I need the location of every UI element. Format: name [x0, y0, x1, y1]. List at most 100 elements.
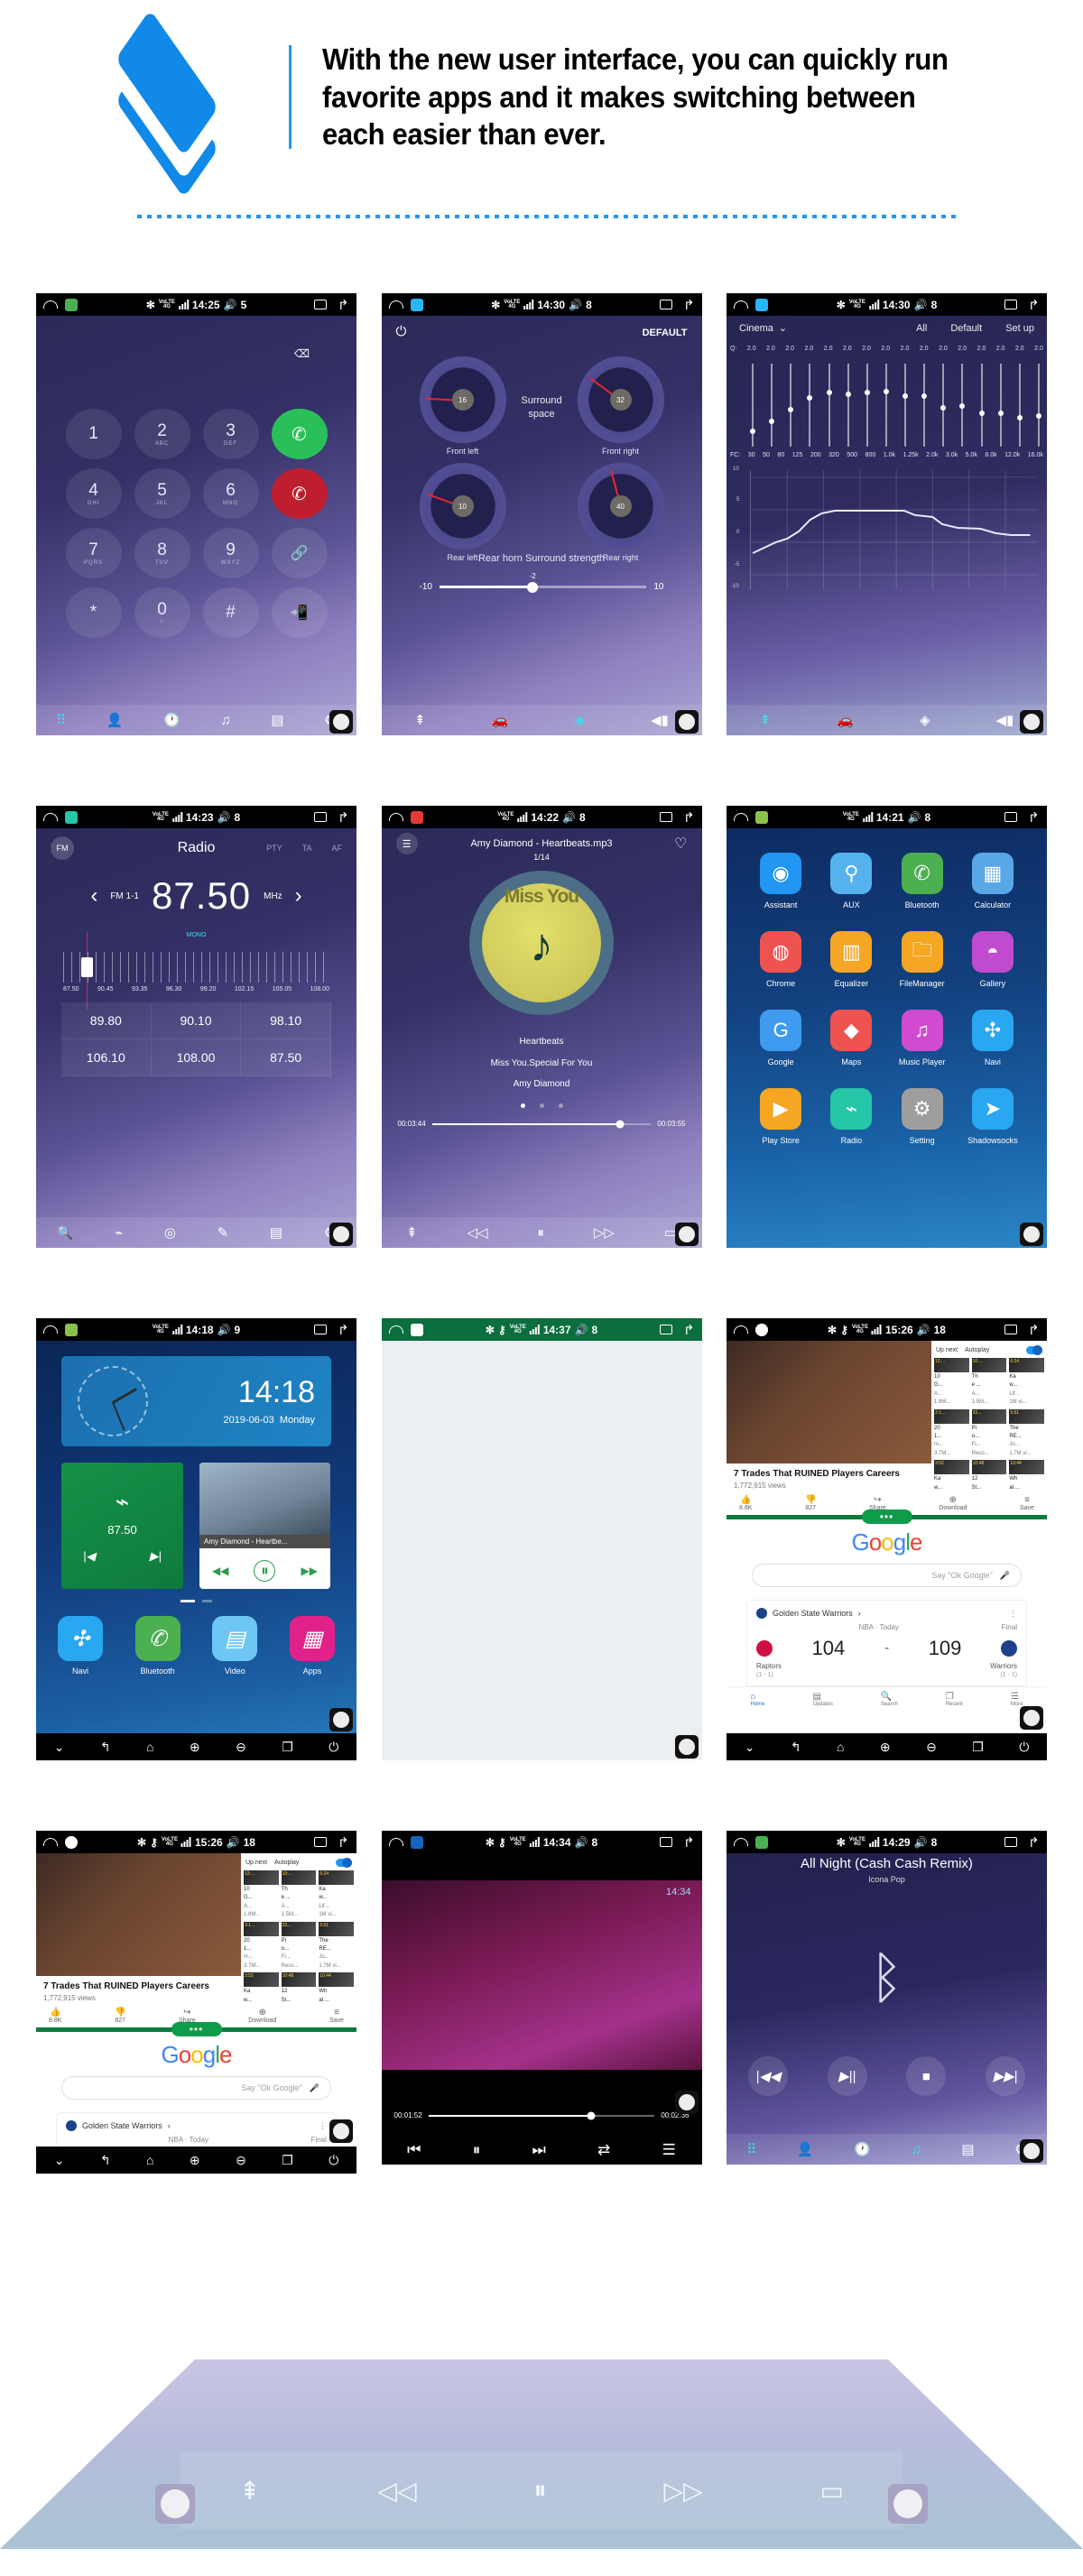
- drag-handle[interactable]: •••: [861, 1510, 912, 1524]
- contacts-icon[interactable]: 👤: [106, 712, 124, 728]
- tuning-band[interactable]: [63, 932, 329, 1010]
- key-8[interactable]: 8 TUV: [134, 528, 190, 578]
- volume-knob[interactable]: [1020, 710, 1043, 734]
- suggestion-card[interactable]: 33... Pi o... Fi... Reco...: [281, 1921, 317, 1971]
- screen-music[interactable]: VoLTE 4G 14:22 🔊 8 ↰ ☰ Amy Diamond - Hear…: [381, 806, 702, 1248]
- volume-knob[interactable]: [1020, 1706, 1043, 1730]
- volume-knob[interactable]: [329, 2119, 353, 2143]
- equalizer-icon[interactable]: ⇞: [239, 2476, 260, 2506]
- eq-band-slider[interactable]: [864, 364, 870, 447]
- google-search-bar[interactable]: Say "Ok Google" 🎤: [752, 1564, 1022, 1587]
- app-item[interactable]: ⚲ AUX: [820, 853, 882, 909]
- eq-band-slider[interactable]: [845, 364, 851, 447]
- gauge-front-right[interactable]: 32: [577, 356, 664, 443]
- page-indicator[interactable]: [36, 1600, 356, 1602]
- eq-band-slider[interactable]: [978, 364, 985, 447]
- app-item[interactable]: 🗀 FileManager: [892, 931, 953, 988]
- video-action[interactable]: 👎 827: [115, 2008, 125, 2024]
- prev-station-icon[interactable]: ‹: [90, 883, 97, 909]
- recents-icon[interactable]: [314, 1837, 328, 1847]
- back-icon[interactable]: ↰: [100, 2153, 111, 2168]
- back-icon[interactable]: ↰: [338, 1834, 349, 1851]
- app-item[interactable]: ⌁ Radio: [820, 1088, 882, 1145]
- dock-item[interactable]: ▤ Video: [212, 1616, 258, 1676]
- eq-band-slider[interactable]: [788, 364, 794, 447]
- list-icon[interactable]: ▤: [961, 2141, 974, 2157]
- rewind-icon[interactable]: ◁◁: [377, 2476, 416, 2506]
- video-surface[interactable]: [381, 1880, 702, 2070]
- eq-band-slider[interactable]: [997, 364, 1004, 447]
- recents-icon[interactable]: [1004, 1325, 1018, 1334]
- eq-band-slider[interactable]: [750, 364, 755, 447]
- equalizer-icon[interactable]: ⇞: [760, 712, 772, 728]
- volume-up-icon[interactable]: ⊕: [880, 1740, 891, 1755]
- autoplay-toggle[interactable]: [1026, 1345, 1042, 1355]
- playlist-icon[interactable]: ☰: [662, 2141, 676, 2159]
- right-knob[interactable]: [888, 2484, 928, 2524]
- key-4[interactable]: 4 GHI: [65, 468, 122, 519]
- google-nav-item[interactable]: ❐ Recent: [946, 1692, 963, 1707]
- list-icon[interactable]: ▤: [271, 712, 283, 728]
- equalizer-icon[interactable]: ⇞: [414, 712, 426, 728]
- key-3[interactable]: 3 DEF: [202, 409, 259, 459]
- app-item[interactable]: ◓ Gallery: [962, 931, 1023, 988]
- volume-up-icon[interactable]: ⊕: [190, 2153, 200, 2168]
- app-item[interactable]: ◍ Chrome: [750, 931, 811, 988]
- repeat-icon[interactable]: ⇄: [597, 2141, 610, 2159]
- google-search-bar[interactable]: Say "Ok Google" 🎤: [61, 2076, 331, 2100]
- edit-icon[interactable]: ✎: [218, 1224, 229, 1241]
- back-icon[interactable]: ↰: [791, 1740, 801, 1755]
- all-button[interactable]: All: [916, 323, 927, 334]
- home-icon[interactable]: ⌂: [146, 1740, 153, 1754]
- backspace-icon[interactable]: ⌫: [294, 347, 310, 360]
- preset-button[interactable]: 87.50: [241, 1039, 331, 1076]
- suggestion-card[interactable]: 10:44 Wh at ...: [1009, 1460, 1044, 1492]
- preset-button[interactable]: 90.10: [151, 1002, 242, 1039]
- clock-widget[interactable]: 14:18 2019-06-03 Monday: [61, 1356, 331, 1446]
- video-action[interactable]: 👍 8.8K: [739, 1495, 752, 1511]
- google-nav-item[interactable]: 🔍 Search: [881, 1692, 898, 1707]
- key-6[interactable]: 6 MNO: [202, 468, 259, 519]
- next-icon[interactable]: ▷▷: [594, 1224, 615, 1241]
- volume-up-icon[interactable]: ⊕: [190, 1740, 200, 1755]
- volume-down-icon[interactable]: ⊖: [926, 1740, 937, 1755]
- gauge-rear-left[interactable]: 10: [419, 463, 506, 549]
- link-icon[interactable]: 🔗: [271, 528, 328, 578]
- gauge-rear-right[interactable]: 40: [577, 463, 664, 549]
- gauge-front-left[interactable]: 16: [419, 356, 506, 443]
- recents-icon[interactable]: ❐: [282, 1740, 293, 1755]
- dock-item[interactable]: ✆ Bluetooth: [134, 1616, 180, 1676]
- power-icon[interactable]: ⏻: [396, 324, 407, 339]
- app-item[interactable]: G Google: [750, 1010, 811, 1066]
- suggestion-card[interactable]: 33... Pi o... Fi... Reco...: [971, 1408, 1007, 1458]
- volume-icon[interactable]: ◀▮: [996, 712, 1014, 728]
- next-station-icon[interactable]: ›: [295, 883, 302, 909]
- keypad-icon[interactable]: ⠿: [56, 712, 66, 728]
- screen-playstore[interactable]: ✻ ⚷ VoLTE4G 14:37 🔊 8 ↰ ☰ Google Play: [381, 1318, 702, 1760]
- recents-icon[interactable]: [314, 1325, 328, 1334]
- app-item[interactable]: ◆ Maps: [820, 1010, 882, 1066]
- volume-down-icon[interactable]: ⊖: [236, 2153, 246, 2168]
- video-player[interactable]: [727, 1341, 931, 1463]
- screen-equalizer[interactable]: ✻ VoLTE 4G 14:30 🔊 8 ↰ Cinema ⌄ All Defau…: [727, 293, 1047, 735]
- preset-button[interactable]: 108.00: [151, 1039, 242, 1076]
- next-icon[interactable]: ▶|: [150, 1549, 162, 1564]
- key-0[interactable]: 0 +: [134, 587, 190, 638]
- app-item[interactable]: ⚙ Setting: [892, 1088, 953, 1145]
- score-card[interactable]: Golden State Warriors › ⋮ NBA · Today Fi…: [746, 1600, 1027, 1686]
- google-nav-item[interactable]: ☰ More: [1011, 1692, 1023, 1707]
- app-item[interactable]: ◉ Assistant: [750, 853, 811, 909]
- pause-icon[interactable]: ⏸: [537, 1225, 544, 1241]
- back-icon[interactable]: ↰: [338, 1322, 349, 1338]
- dock-item[interactable]: ✣ Navi: [58, 1616, 103, 1676]
- screen-youtube-google[interactable]: ✻ ⚷ VoLTE 4G 15:26 🔊 18 ↰ Up next Autopl…: [727, 1318, 1047, 1760]
- equalizer-icon[interactable]: ⇞: [406, 1224, 418, 1241]
- recents-icon[interactable]: ❐: [282, 2153, 293, 2168]
- rewind-icon[interactable]: ◀◀: [212, 1565, 228, 1577]
- recents-icon[interactable]: [659, 1325, 672, 1334]
- volume-knob[interactable]: [674, 1223, 699, 1246]
- eq-band-slider[interactable]: [1035, 364, 1041, 447]
- back-icon[interactable]: ↰: [338, 297, 349, 313]
- app-item[interactable]: ✆ Bluetooth: [892, 853, 953, 909]
- hangup-button[interactable]: ✆: [271, 468, 328, 519]
